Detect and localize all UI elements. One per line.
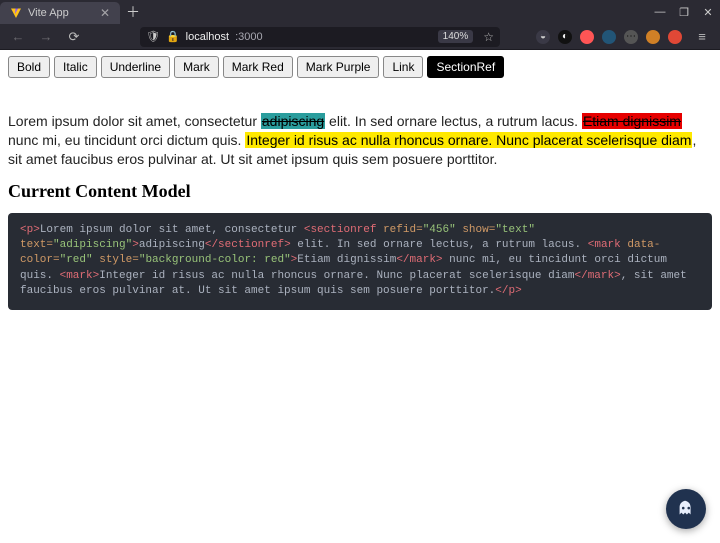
extension-icon[interactable] [646, 30, 660, 44]
vite-favicon-icon [10, 7, 22, 19]
window-controls: — ❐ ✕ [648, 0, 720, 24]
bookmark-star-icon[interactable]: ☆ [483, 30, 494, 44]
url-port: :3000 [235, 31, 263, 43]
nav-forward-button[interactable]: → [34, 27, 58, 47]
nav-reload-button[interactable]: ⟳ [62, 27, 86, 47]
ghost-icon [675, 498, 697, 520]
text-run: Lorem ipsum dolor sit amet, consectetur [8, 113, 261, 129]
url-bar[interactable]: 🛡 🔒 localhost :3000 140% ☆ [140, 27, 500, 47]
browser-tab[interactable]: Vite App ✕ [0, 2, 120, 24]
tab-close-icon[interactable]: ✕ [100, 6, 110, 20]
window-minimize-button[interactable]: — [648, 0, 672, 24]
pocket-icon[interactable]: ◒ [536, 30, 550, 44]
mark-button[interactable]: Mark [174, 56, 219, 78]
window-close-button[interactable]: ✕ [696, 0, 720, 24]
text-run: nunc mi, eu tincidunt orci dictum quis. [8, 132, 245, 148]
mark-yellow-span[interactable]: Integer id risus ac nulla rhoncus ornare… [245, 132, 692, 148]
sectionref-span[interactable]: adipiscing [261, 113, 325, 129]
formatting-toolbar: Bold Italic Underline Mark Mark Red Mark… [8, 56, 712, 78]
content-model-code: <p>Lorem ipsum dolor sit amet, consectet… [8, 213, 712, 310]
zoom-badge[interactable]: 140% [438, 30, 474, 43]
profile-icon[interactable] [668, 30, 682, 44]
text-run: elit. In sed ornare lectus, a rutrum lac… [325, 113, 582, 129]
browser-titlebar: Vite App ✕ ＋ — ❐ ✕ [0, 0, 720, 24]
mark-purple-button[interactable]: Mark Purple [297, 56, 380, 78]
extension-icon[interactable] [602, 30, 616, 44]
nav-back-button[interactable]: ← [6, 27, 30, 47]
extension-icon[interactable]: ⋯ [624, 30, 638, 44]
italic-button[interactable]: Italic [54, 56, 97, 78]
content-model-heading: Current Content Model [8, 181, 712, 202]
shield-icon: 🛡 [146, 30, 160, 43]
extension-icons: ◒ ◐ ⋯ ≡ [536, 27, 714, 47]
extension-icon[interactable]: ◐ [558, 30, 572, 44]
mark-red-span[interactable]: Etiam dignissim [582, 113, 682, 129]
bold-button[interactable]: Bold [8, 56, 50, 78]
devtools-fab[interactable] [666, 489, 706, 529]
lock-icon: 🔒 [166, 30, 180, 43]
underline-button[interactable]: Underline [101, 56, 170, 78]
mark-red-button[interactable]: Mark Red [223, 56, 293, 78]
app-menu-button[interactable]: ≡ [690, 27, 714, 47]
link-button[interactable]: Link [383, 56, 423, 78]
browser-toolbar: ← → ⟳ 🛡 🔒 localhost :3000 140% ☆ ◒ ◐ ⋯ ≡ [0, 24, 720, 50]
editor-paragraph[interactable]: Lorem ipsum dolor sit amet, consectetur … [8, 112, 712, 169]
url-host: localhost [186, 31, 229, 43]
page-content: Bold Italic Underline Mark Mark Red Mark… [0, 50, 720, 327]
window-maximize-button[interactable]: ❐ [672, 0, 696, 24]
sectionref-button[interactable]: SectionRef [427, 56, 504, 78]
tab-title: Vite App [28, 7, 69, 19]
new-tab-button[interactable]: ＋ [120, 0, 146, 24]
extension-icon[interactable] [580, 30, 594, 44]
